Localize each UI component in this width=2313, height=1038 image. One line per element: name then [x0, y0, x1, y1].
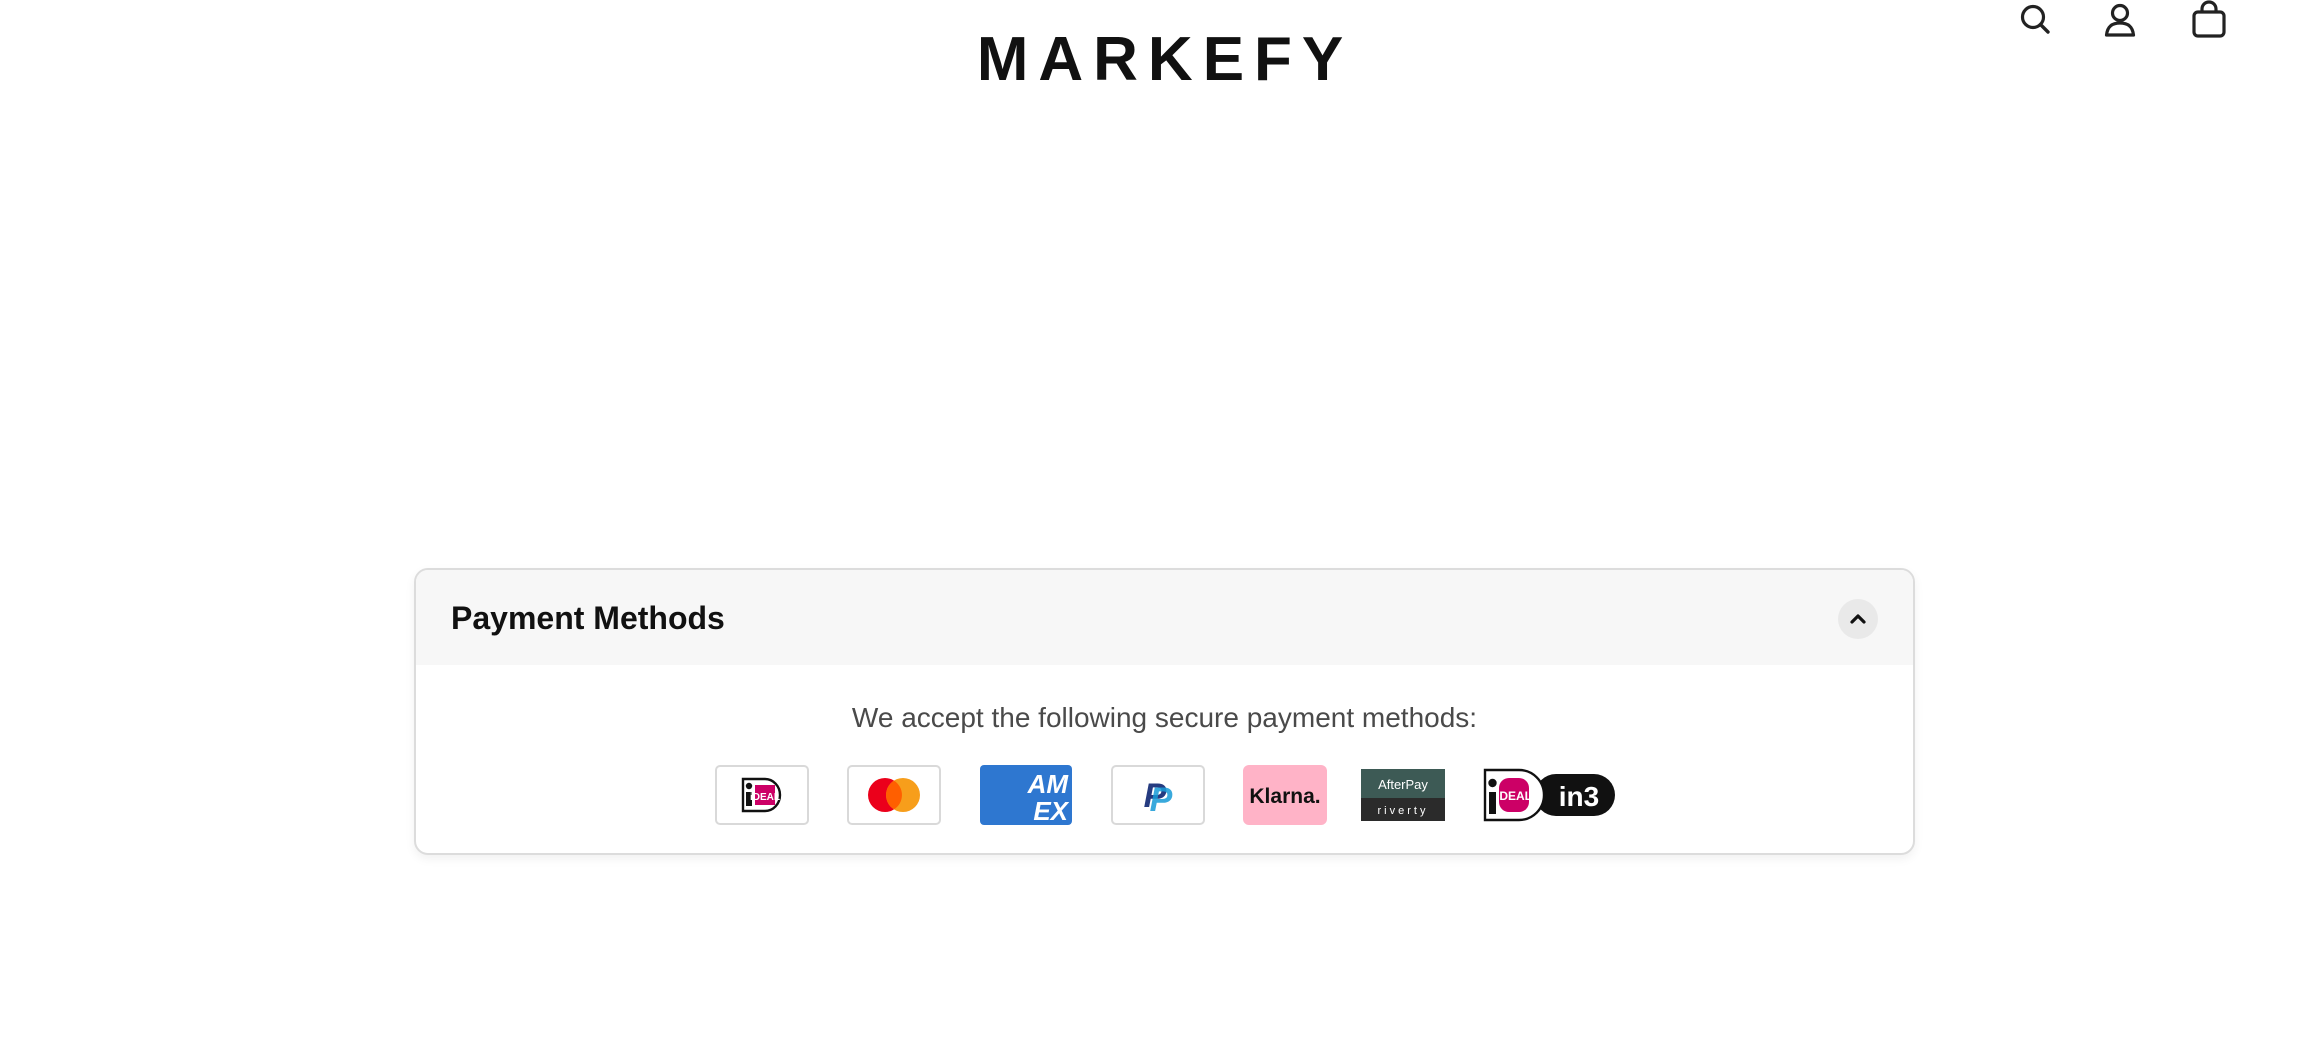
payment-method-klarna: Klarna.: [1243, 765, 1327, 825]
klarna-logo-icon: Klarna.: [1243, 765, 1327, 825]
payment-method-mastercard: [847, 765, 941, 825]
chevron-up-icon: [1850, 614, 1866, 624]
payment-method-amex: AM EX: [980, 765, 1072, 825]
svg-text:P: P: [1150, 781, 1173, 819]
payment-method-ideal: iDEAL: [715, 765, 809, 825]
mastercard-logo-icon: [847, 765, 941, 825]
svg-text:riverty: riverty: [1378, 805, 1429, 817]
payment-method-ideal-in3: iDEAL in3: [1483, 768, 1617, 822]
cart-icon: [2192, 0, 2226, 38]
cart-button[interactable]: [2189, 0, 2229, 40]
svg-text:MARKEFY: MARKEFY: [981, 30, 1349, 86]
svg-text:in3: in3: [1559, 781, 1599, 812]
logo[interactable]: MARKEFY: [981, 30, 1349, 86]
payment-methods-accordion: Payment Methods We accept the following …: [414, 568, 1915, 855]
site-header: MARKEFY: [0, 0, 2313, 120]
account-button[interactable]: [2100, 0, 2140, 40]
search-icon: [2020, 4, 2050, 34]
markefy-logo: MARKEFY: [981, 30, 1349, 86]
accordion-header[interactable]: Payment Methods: [416, 570, 1913, 665]
payment-method-paypal: P P: [1111, 765, 1205, 825]
svg-text:Klarna.: Klarna.: [1249, 785, 1320, 808]
svg-text:AM: AM: [1027, 769, 1070, 799]
amex-logo-icon: AM EX: [980, 765, 1072, 825]
riverty-logo-icon: AfterPay riverty: [1361, 769, 1445, 821]
svg-text:iDEAL: iDEAL: [1496, 789, 1532, 803]
svg-text:EX: EX: [1033, 796, 1069, 825]
accordion-title: Payment Methods: [451, 600, 725, 636]
payment-methods-description: We accept the following secure payment m…: [851, 702, 1478, 733]
payment-method-afterpay-riverty: AfterPay riverty: [1361, 769, 1445, 821]
account-icon: [2104, 3, 2136, 37]
search-button[interactable]: [2016, 0, 2056, 40]
svg-text:iDEAL: iDEAL: [750, 792, 780, 803]
ideal-in3-logo-icon: iDEAL in3: [1483, 768, 1615, 822]
accordion-toggle-button[interactable]: [1838, 599, 1878, 639]
ideal-logo-icon: iDEAL: [715, 765, 809, 825]
page: MARKEFY Payment Methods We accept the fo…: [0, 0, 2313, 1038]
svg-text:AfterPay: AfterPay: [1378, 777, 1428, 792]
paypal-logo-icon: P P: [1111, 765, 1205, 825]
